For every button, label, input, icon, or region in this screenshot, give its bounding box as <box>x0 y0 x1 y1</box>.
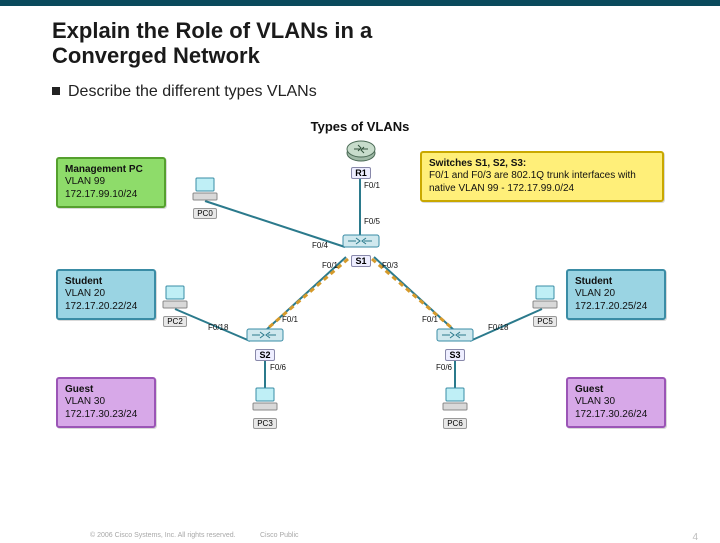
pc6: PC6 <box>438 387 472 431</box>
legend-stu-r-vlan: VLAN 20 <box>575 288 657 301</box>
pc5-label: PC5 <box>533 316 557 327</box>
pc5: PC5 <box>528 285 562 329</box>
title-line2: Converged Network <box>52 43 260 68</box>
port-s1-s2: F0/1 <box>322 261 338 270</box>
footer-public: Cisco Public <box>260 532 299 539</box>
legend-guest-r-title: Guest <box>575 384 657 397</box>
footer-copyright: © 2006 Cisco Systems, Inc. All rights re… <box>90 532 236 539</box>
port-s3-pc6: F0/6 <box>436 363 452 372</box>
switch-s2: S2 <box>246 325 284 363</box>
port-s3-pc5: F0/18 <box>488 323 508 332</box>
port-r1-s1: F0/1 <box>364 181 380 190</box>
router-icon <box>346 139 376 163</box>
switch-icon <box>246 325 284 345</box>
pc3: PC3 <box>248 387 282 431</box>
router-r1: R1 <box>346 139 376 181</box>
legend-mgmt: Management PC VLAN 99 172.17.99.10/24 <box>56 157 166 209</box>
pc-icon <box>530 285 560 311</box>
switch-icon <box>436 325 474 345</box>
port-s1-s3: F0/3 <box>382 261 398 270</box>
switch-s1-label: S1 <box>351 255 370 267</box>
legend-stu-r-title: Student <box>575 276 657 289</box>
legend-note-line1: F0/1 and F0/3 are 802.1Q trunk interface… <box>429 170 655 183</box>
switch-s3: S3 <box>436 325 474 363</box>
pc2-label: PC2 <box>163 316 187 327</box>
bullet-row: Describe the different types VLANs <box>52 83 720 101</box>
pc-icon <box>250 387 280 413</box>
legend-stu-l-ip: 172.17.20.22/24 <box>65 301 147 314</box>
pc-icon <box>190 177 220 203</box>
pc2: PC2 <box>158 285 192 329</box>
legend-stu-r-ip: 172.17.20.25/24 <box>575 301 657 314</box>
switch-s3-label: S3 <box>445 349 464 361</box>
legend-guest-l-vlan: VLAN 30 <box>65 396 147 409</box>
title-line1: Explain the Role of VLANs in a <box>52 18 372 43</box>
switch-s2-label: S2 <box>255 349 274 361</box>
port-s2-s1: F0/1 <box>282 315 298 324</box>
legend-mgmt-vlan: VLAN 99 <box>65 176 157 189</box>
port-s2-pc2: F0/18 <box>208 323 228 332</box>
legend-guest-l-ip: 172.17.30.23/24 <box>65 409 147 422</box>
port-s2-pc3: F0/6 <box>270 363 286 372</box>
legend-guest-r-vlan: VLAN 30 <box>575 396 657 409</box>
legend-stu-l-title: Student <box>65 276 147 289</box>
top-accent-bar <box>0 0 720 6</box>
legend-note-title: Switches S1, S2, S3: <box>429 158 526 169</box>
legend-guest-right: Guest VLAN 30 172.17.30.26/24 <box>566 377 666 429</box>
legend-mgmt-ip: 172.17.99.10/24 <box>65 189 157 202</box>
footer-page: 4 <box>692 532 698 543</box>
pc6-label: PC6 <box>443 418 467 429</box>
router-r1-label: R1 <box>351 167 371 179</box>
pc0: PC0 <box>188 177 222 221</box>
bullet-text: Describe the different types VLANs <box>68 83 317 100</box>
legend-guest-r-ip: 172.17.30.26/24 <box>575 409 657 422</box>
legend-note: Switches S1, S2, S3: F0/1 and F0/3 are 8… <box>420 151 664 203</box>
pc3-label: PC3 <box>253 418 277 429</box>
port-s3-s1: F0/1 <box>422 315 438 324</box>
switch-icon <box>342 231 380 251</box>
pc-icon <box>160 285 190 311</box>
pc0-label: PC0 <box>193 208 217 219</box>
port-s1-left: F0/4 <box>312 241 328 250</box>
legend-guest-l-title: Guest <box>65 384 147 397</box>
pc-icon <box>440 387 470 413</box>
legend-mgmt-title: Management PC <box>65 164 157 177</box>
legend-student-right: Student VLAN 20 172.17.20.25/24 <box>566 269 666 321</box>
port-s1-r1: F0/5 <box>364 217 380 226</box>
legend-student-left: Student VLAN 20 172.17.20.22/24 <box>56 269 156 321</box>
bullet-marker <box>52 87 60 95</box>
legend-note-line2: native VLAN 99 - 172.17.99.0/24 <box>429 183 655 196</box>
legend-stu-l-vlan: VLAN 20 <box>65 288 147 301</box>
legend-guest-left: Guest VLAN 30 172.17.30.23/24 <box>56 377 156 429</box>
diagram-area: Types of VLANs Management PC VLAN 99 172… <box>50 119 670 459</box>
switch-s1: S1 <box>342 231 380 269</box>
page-title: Explain the Role of VLANs in a Converged… <box>52 18 720 69</box>
